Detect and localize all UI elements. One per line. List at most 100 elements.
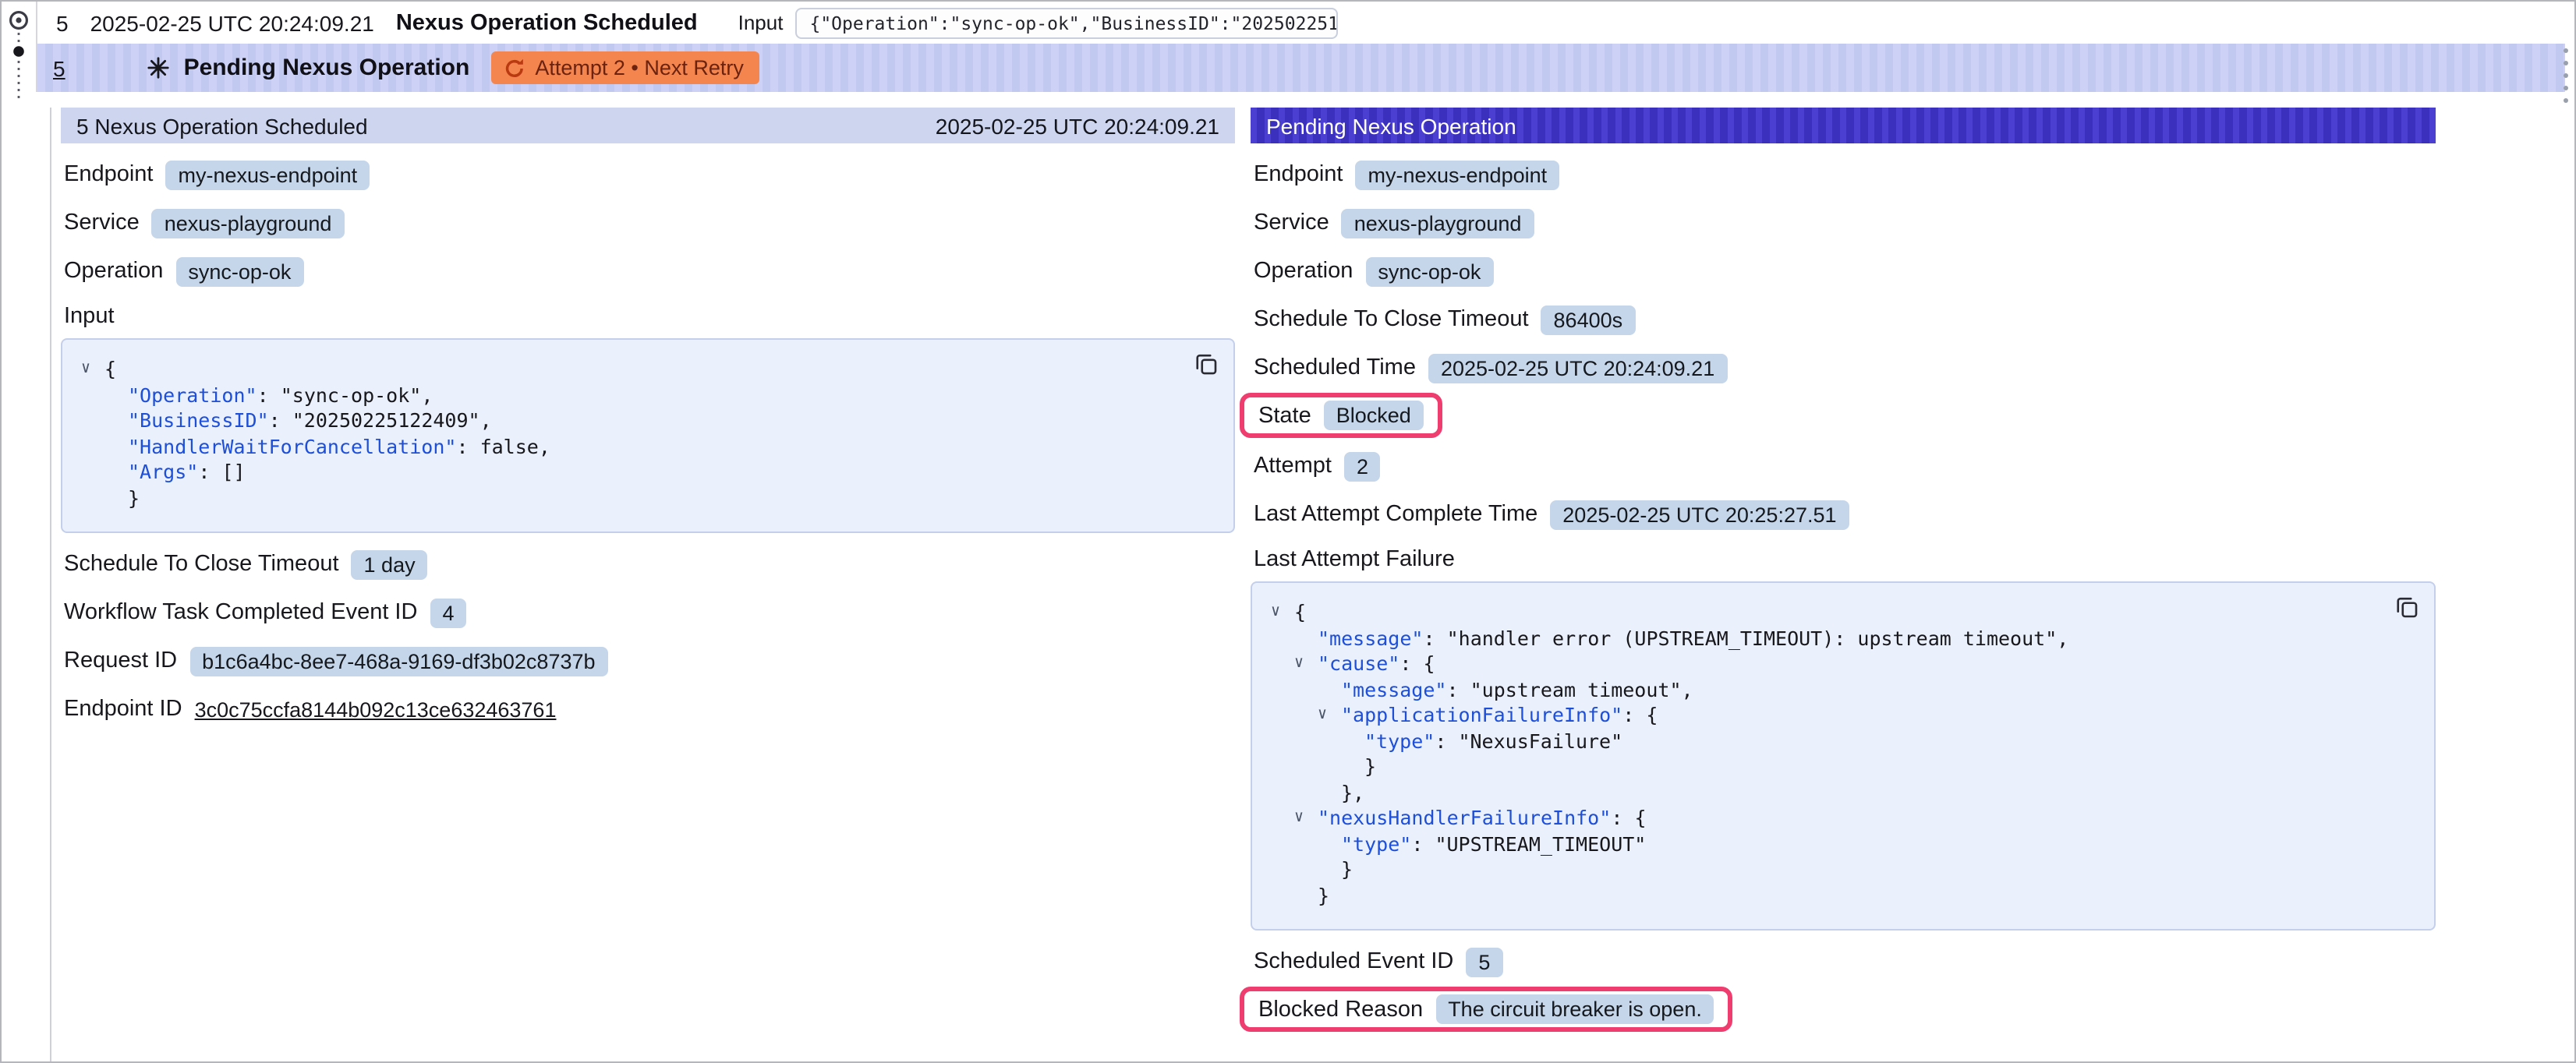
field-label: Workflow Task Completed Event ID bbox=[64, 600, 417, 625]
event-id[interactable]: 5 bbox=[56, 10, 69, 35]
field-value-badge: 4 bbox=[430, 598, 466, 627]
event-title: Nexus Operation Scheduled bbox=[396, 10, 698, 35]
last-attempt-failure-label: Last Attempt Failure bbox=[1254, 547, 2436, 572]
collapse-chevron-icon[interactable]: ∨ bbox=[1318, 703, 1341, 729]
page-scaler: 5 2025-02-25 UTC 20:24:09.21 Nexus Opera… bbox=[0, 0, 2576, 1063]
field-value-badge: sync-op-ok bbox=[1365, 256, 1493, 286]
field-value-badge: 2025-02-25 UTC 20:24:09.21 bbox=[1428, 353, 1727, 383]
field-row-state: State Blocked bbox=[1254, 399, 2436, 435]
event-row-scheduled[interactable]: 5 2025-02-25 UTC 20:24:09.21 Nexus Opera… bbox=[37, 2, 2565, 44]
pending-operation-row[interactable]: 5 Pending Nexus Operation bbox=[37, 44, 2565, 92]
retry-circular-arrow-icon bbox=[504, 57, 525, 79]
event-input-preview-chip: {"Operation":"sync-op-ok","BusinessID":"… bbox=[795, 7, 1338, 38]
field-value-badge: 1 day bbox=[352, 549, 428, 579]
failure-json-block: ∨{"message": "handler error (UPSTREAM_TI… bbox=[1251, 581, 2436, 931]
field-row-last-attempt-complete-time: Last Attempt Complete Time 2025-02-25 UT… bbox=[1254, 497, 2436, 532]
endpoint-id-link[interactable]: 3c0c75ccfa8144b092c13ce632463761 bbox=[195, 697, 557, 721]
chevron-spacer bbox=[1318, 780, 1341, 806]
chevron-spacer bbox=[1294, 626, 1318, 652]
copy-icon bbox=[2394, 595, 2418, 619]
field-label: Scheduled Time bbox=[1254, 355, 1416, 380]
chevron-spacer bbox=[104, 408, 128, 434]
chevron-spacer bbox=[1341, 754, 1364, 780]
field-label: Attempt bbox=[1254, 454, 1332, 479]
scrollbar-dots[interactable] bbox=[2564, 48, 2568, 103]
field-row-schedule-to-close: Schedule To Close Timeout 1 day bbox=[64, 547, 1235, 581]
chevron-spacer bbox=[1294, 883, 1318, 909]
field-value-badge: 5 bbox=[1466, 947, 1502, 976]
event-timestamp: 2025-02-25 UTC 20:24:09.21 bbox=[90, 10, 374, 35]
field-label: Request ID bbox=[64, 648, 177, 673]
copy-button[interactable] bbox=[2392, 595, 2420, 623]
field-label: Operation bbox=[1254, 259, 1353, 284]
field-row-blocked-reason: Blocked Reason The circuit breaker is op… bbox=[1254, 993, 2436, 1029]
field-value-badge: my-nexus-endpoint bbox=[166, 160, 370, 189]
pending-asterisk-icon bbox=[147, 56, 170, 79]
scheduled-panel-title: 5 Nexus Operation Scheduled bbox=[76, 113, 368, 138]
field-row-workflow-task-completed-event-id: Workflow Task Completed Event ID 4 bbox=[64, 595, 1235, 630]
field-value-badge: b1c6a4bc-8ee7-468a-9169-df3b02c8737b bbox=[189, 646, 607, 676]
pending-operation-panel: Pending Nexus Operation Endpoint my-nexu… bbox=[1251, 108, 2436, 1029]
state-badge: Blocked bbox=[1324, 401, 1424, 430]
scheduled-panel-header: 5 Nexus Operation Scheduled 2025-02-25 U… bbox=[61, 108, 1235, 143]
blocked-reason-badge: The circuit breaker is open. bbox=[1435, 994, 1714, 1024]
field-row-scheduled-time: Scheduled Time 2025-02-25 UTC 20:24:09.2… bbox=[1254, 351, 2436, 385]
collapse-chevron-icon[interactable]: ∨ bbox=[1271, 600, 1294, 626]
chevron-spacer bbox=[104, 486, 128, 511]
field-value-badge: my-nexus-endpoint bbox=[1356, 160, 1560, 189]
event-history-rows: 5 2025-02-25 UTC 20:24:09.21 Nexus Opera… bbox=[36, 2, 2565, 92]
event-detail-panels: 5 Nexus Operation Scheduled 2025-02-25 U… bbox=[50, 108, 2574, 1061]
timeline-node-icon bbox=[5, 5, 36, 104]
timeline-gutter bbox=[5, 5, 36, 104]
field-row-service: Service nexus-playground bbox=[64, 206, 1235, 240]
scheduled-event-panel: 5 Nexus Operation Scheduled 2025-02-25 U… bbox=[61, 108, 1235, 726]
retry-attempt-badge: Attempt 2 • Next Retry bbox=[491, 51, 759, 84]
field-value-badge: 2025-02-25 UTC 20:25:27.51 bbox=[1550, 500, 1849, 529]
field-row-service: Service nexus-playground bbox=[1254, 206, 2436, 240]
pending-panel-title: Pending Nexus Operation bbox=[1266, 113, 1516, 138]
field-label: Endpoint ID bbox=[64, 697, 182, 722]
field-row-endpoint: Endpoint my-nexus-endpoint bbox=[1254, 157, 2436, 192]
collapse-chevron-icon[interactable]: ∨ bbox=[1294, 652, 1318, 677]
chevron-spacer bbox=[1318, 832, 1341, 857]
field-label: State bbox=[1258, 403, 1311, 428]
chevron-spacer bbox=[104, 383, 128, 408]
copy-button[interactable] bbox=[1191, 352, 1219, 380]
pending-title: Pending Nexus Operation bbox=[184, 55, 470, 81]
chevron-spacer bbox=[1341, 729, 1364, 754]
field-label: Service bbox=[64, 210, 140, 235]
pending-panel-header: Pending Nexus Operation bbox=[1251, 108, 2436, 143]
field-row-attempt: Attempt 2 bbox=[1254, 449, 2436, 483]
field-row-scheduled-event-id: Scheduled Event ID 5 bbox=[1254, 945, 2436, 979]
field-label: Endpoint bbox=[1254, 162, 1343, 187]
field-label: Operation bbox=[64, 259, 163, 284]
field-label: Blocked Reason bbox=[1258, 997, 1423, 1022]
field-row-endpoint-id: Endpoint ID 3c0c75ccfa8144b092c13ce63246… bbox=[64, 692, 1235, 726]
chevron-spacer bbox=[104, 460, 128, 486]
event-input-label: Input bbox=[738, 11, 784, 34]
field-label: Scheduled Event ID bbox=[1254, 949, 1453, 974]
field-label: Schedule To Close Timeout bbox=[1254, 307, 1529, 332]
field-row-schedule-to-close: Schedule To Close Timeout 86400s bbox=[1254, 302, 2436, 337]
collapse-chevron-icon[interactable]: ∨ bbox=[1294, 806, 1318, 832]
field-value-badge: 86400s bbox=[1541, 305, 1636, 334]
field-label: Schedule To Close Timeout bbox=[64, 552, 339, 577]
scheduled-panel-timestamp: 2025-02-25 UTC 20:24:09.21 bbox=[936, 113, 1219, 138]
workflow-event-detail-page: 5 2025-02-25 UTC 20:24:09.21 Nexus Opera… bbox=[0, 0, 2576, 1063]
chevron-spacer bbox=[1318, 677, 1341, 703]
collapse-chevron-icon[interactable]: ∨ bbox=[81, 357, 104, 383]
chevron-spacer bbox=[1318, 857, 1341, 883]
pending-event-id-link[interactable]: 5 bbox=[53, 55, 65, 80]
blocked-reason-annotation-highlight: Blocked Reason The circuit breaker is op… bbox=[1240, 987, 1733, 1032]
field-value-badge: 2 bbox=[1344, 451, 1381, 481]
field-value-badge: nexus-playground bbox=[1342, 208, 1534, 238]
field-row-operation: Operation sync-op-ok bbox=[64, 254, 1235, 288]
state-annotation-highlight: State Blocked bbox=[1240, 393, 1442, 438]
field-row-operation: Operation sync-op-ok bbox=[1254, 254, 2436, 288]
field-row-endpoint: Endpoint my-nexus-endpoint bbox=[64, 157, 1235, 192]
field-value-badge: sync-op-ok bbox=[175, 256, 303, 286]
copy-icon bbox=[1194, 352, 1217, 376]
chevron-spacer bbox=[104, 434, 128, 460]
input-json-block: ∨{"Operation": "sync-op-ok","BusinessID"… bbox=[61, 338, 1235, 533]
field-label: Endpoint bbox=[64, 162, 154, 187]
